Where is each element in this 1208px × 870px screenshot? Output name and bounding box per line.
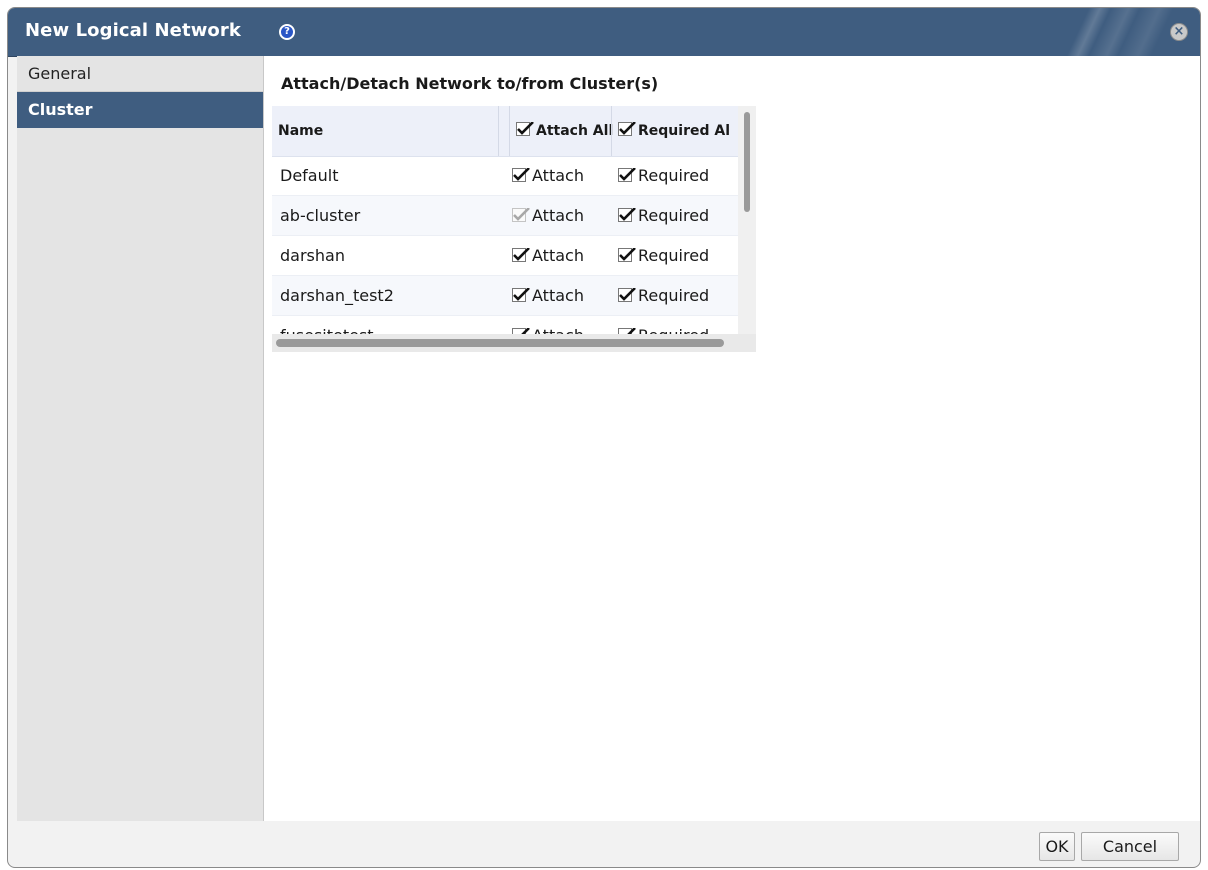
table-row[interactable]: ab-cluster Attach Required — [272, 196, 738, 236]
required-label: Required — [638, 206, 710, 225]
attach-all-checkbox[interactable]: Attach All — [509, 106, 617, 156]
required-checkbox[interactable]: Required — [618, 276, 736, 316]
checkmark-icon — [618, 168, 636, 182]
attach-label: Attach — [532, 286, 584, 305]
section-title: Attach/Detach Network to/from Cluster(s) — [281, 74, 659, 93]
cluster-name: darshan — [280, 246, 345, 265]
help-icon[interactable]: ? — [279, 24, 295, 40]
checkmark-icon — [512, 208, 530, 222]
vertical-scroll-thumb[interactable] — [744, 112, 750, 212]
dialog-footer: OK Cancel — [8, 819, 1200, 867]
checkmark-icon — [618, 288, 636, 302]
sidebar-item-label: General — [28, 64, 92, 83]
attach-label: Attach — [532, 166, 584, 185]
table-row[interactable]: darshan_test2 Attach Required — [272, 276, 738, 316]
grid-header: Name Attach All Required Al — [272, 106, 738, 157]
attach-label: Attach — [532, 246, 584, 265]
table-row[interactable]: Default Attach Required — [272, 156, 738, 196]
cluster-grid: Name Attach All Required Al Default Atta… — [272, 106, 756, 352]
cluster-name: ab-cluster — [280, 206, 361, 225]
attach-label: Attach — [532, 206, 584, 225]
required-label: Required — [638, 286, 710, 305]
required-label: Required — [638, 246, 710, 265]
dialog-titlebar: New Logical Network ? × — [8, 8, 1200, 57]
checkmark-icon — [512, 248, 530, 262]
cancel-button[interactable]: Cancel — [1081, 832, 1179, 861]
sidebar-item-label: Cluster — [28, 100, 93, 119]
attach-checkbox: Attach — [512, 196, 612, 236]
sidebar-item-general[interactable]: General — [17, 56, 263, 92]
checkmark-icon — [516, 122, 534, 136]
checkmark-icon — [512, 168, 530, 182]
required-label: Required — [638, 166, 710, 185]
horizontal-scroll-thumb[interactable] — [276, 339, 724, 347]
cluster-name: Default — [280, 166, 339, 185]
checkmark-icon — [618, 208, 636, 222]
horizontal-scrollbar[interactable] — [272, 334, 756, 352]
cluster-panel: Attach/Detach Network to/from Cluster(s)… — [264, 56, 1200, 821]
required-checkbox[interactable]: Required — [618, 156, 736, 196]
attach-checkbox[interactable]: Attach — [512, 156, 612, 196]
required-all-label: Required Al — [638, 123, 730, 139]
ok-button[interactable]: OK — [1039, 832, 1075, 861]
attach-checkbox[interactable]: Attach — [512, 236, 612, 276]
dialog-title: New Logical Network — [25, 20, 241, 41]
table-row[interactable]: darshan Attach Required — [272, 236, 738, 276]
close-icon[interactable]: × — [1170, 23, 1188, 41]
vertical-scrollbar[interactable] — [738, 106, 756, 334]
cluster-name: darshan_test2 — [280, 286, 394, 305]
attach-all-label: Attach All — [536, 123, 614, 139]
required-all-checkbox[interactable]: Required Al — [611, 106, 738, 156]
checkmark-icon — [512, 288, 530, 302]
checkmark-icon — [618, 248, 636, 262]
required-checkbox[interactable]: Required — [618, 236, 736, 276]
dialog-sidebar: General Cluster — [17, 56, 264, 821]
new-logical-network-dialog: New Logical Network ? × General Cluster … — [7, 7, 1201, 868]
required-checkbox[interactable]: Required — [618, 196, 736, 236]
attach-checkbox[interactable]: Attach — [512, 276, 612, 316]
sidebar-item-cluster[interactable]: Cluster — [17, 92, 263, 128]
checkmark-icon — [618, 122, 636, 136]
column-header-name[interactable]: Name — [278, 106, 498, 156]
